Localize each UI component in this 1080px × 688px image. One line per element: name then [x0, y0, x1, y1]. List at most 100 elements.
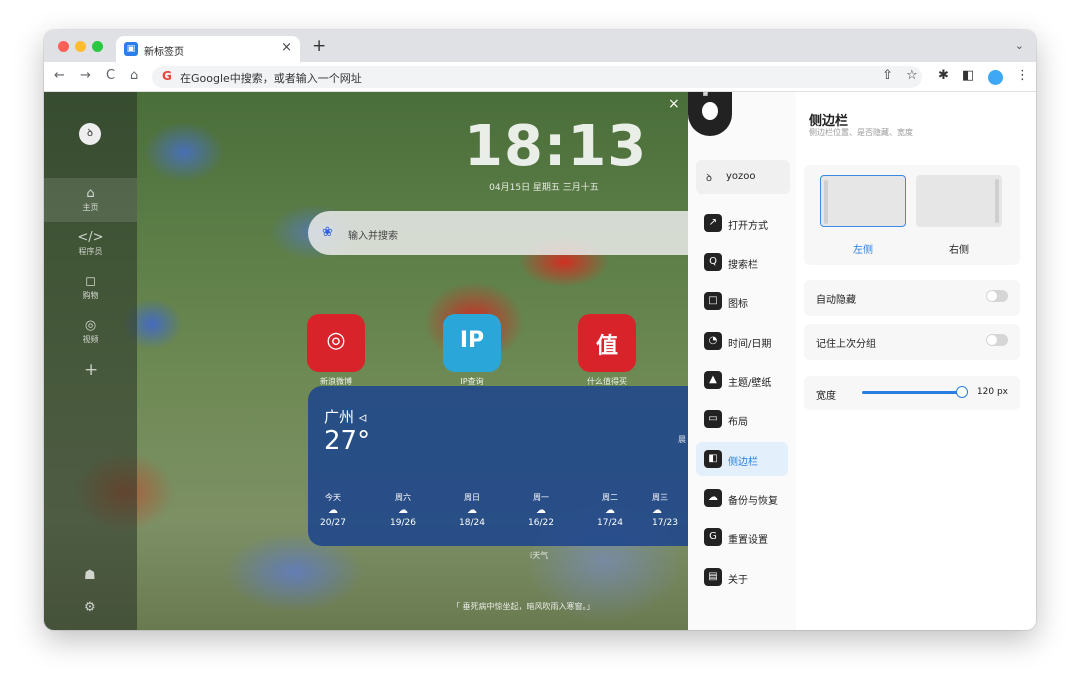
forecast-day: 周六 ☁ 19/26 [378, 492, 428, 528]
cloud-icon: ☁ [536, 505, 546, 516]
weather-source: i天气 [530, 551, 549, 560]
search-icon: Q [704, 253, 722, 271]
menu-label: 主题/壁纸 [728, 378, 772, 389]
menu-item-time-date[interactable]: ◔ 时间/日期 [696, 324, 788, 358]
weather-widget[interactable]: 广州 ◃ 27° 晨 今天 ☁ 20/27 周六 ☁ 19/26 周日 ☁ 18… [308, 386, 688, 546]
poem-quote: 「 垂死病中惊坐起，暗风吹雨入寒窗。」 [452, 602, 595, 611]
app-weibo[interactable]: ◎ [307, 314, 365, 372]
sidebar-item-home[interactable]: ⌂ 主页 [44, 178, 137, 222]
sidebar-item-programmer[interactable]: </> 程序员 [44, 222, 137, 266]
width-slider-handle[interactable] [956, 386, 968, 398]
menu-item-sidebar[interactable]: ◧ 侧边栏 [696, 442, 788, 476]
menu-item-backup-restore[interactable]: ☁ 备份与恢复 [696, 481, 788, 515]
tab-new-tab[interactable]: ▣ 新标签页 × [116, 36, 300, 62]
forecast-day: 周日 ☁ 18/24 [447, 492, 497, 528]
close-icon[interactable]: × [668, 96, 680, 112]
back-icon[interactable]: ← [54, 68, 65, 83]
forecast-range: 17/23 [652, 518, 678, 528]
search-bar[interactable]: ❀ 输入并搜索 [308, 211, 688, 255]
crown-icon: ♛ [701, 92, 710, 99]
auto-hide-toggle[interactable] [986, 290, 1008, 302]
position-right-option[interactable] [916, 175, 1002, 227]
forecast-day-name: 周日 [464, 493, 480, 502]
user-card[interactable]: ꝺ yozoo [696, 160, 790, 194]
sidebar-item-shopping[interactable]: ◻ 购物 [44, 266, 137, 310]
side-panel-icon[interactable]: ◧ [962, 68, 974, 83]
menu-item-layout[interactable]: ▭ 布局 [696, 402, 788, 436]
theme-icon[interactable]: ☗ [84, 568, 96, 583]
cloud-icon: ☁ [704, 489, 722, 507]
share-icon[interactable]: ⇧ [882, 68, 893, 83]
forecast-day: 周二 ☁ 17/24 [585, 492, 635, 528]
bookmark-star-icon[interactable]: ☆ [906, 68, 918, 83]
code-icon: </> [77, 230, 104, 245]
position-left-option[interactable] [820, 175, 906, 227]
remember-group-label: 记住上次分组 [816, 339, 876, 350]
extensions-icon[interactable]: ✱ [938, 68, 949, 83]
menu-item-about[interactable]: ▤ 关于 [696, 560, 788, 594]
penguin-icon [702, 102, 718, 120]
left-strip [824, 180, 828, 224]
auto-hide-label: 自动隐藏 [816, 295, 856, 306]
menu-label: 重置设置 [728, 535, 768, 546]
forecast-day-name: 今天 [325, 493, 341, 502]
cloud-icon: ☁ [328, 505, 338, 516]
width-slider-track[interactable] [862, 391, 962, 394]
sidebar-logo[interactable]: ꝺ [79, 123, 101, 145]
weibo-icon: ◎ [326, 328, 346, 353]
tab-close-icon[interactable]: × [281, 40, 292, 55]
home-icon[interactable]: ⌂ [130, 68, 138, 83]
app-smzdm[interactable]: 值 [578, 314, 636, 372]
position-right-label: 右侧 [949, 245, 969, 256]
sidebar-icon: ◧ [704, 450, 722, 468]
width-label: 宽度 [816, 391, 836, 402]
close-window-button[interactable] [58, 41, 69, 52]
clock-icon: ◔ [704, 332, 722, 350]
menu-item-reset[interactable]: G 重置设置 [696, 520, 788, 554]
settings-gear-icon[interactable]: ⚙ [84, 600, 96, 615]
cloud-icon: ☁ [398, 505, 408, 516]
baidu-icon[interactable]: ❀ [322, 225, 333, 240]
user-logo-icon: ꝺ [706, 173, 712, 184]
avatar[interactable]: ♛ [688, 92, 732, 136]
menu-item-theme-wallpaper[interactable]: ▲ 主题/壁纸 [696, 363, 788, 397]
cloud-icon: ☁ [605, 505, 615, 516]
forecast-range: 20/27 [320, 518, 346, 528]
weather-temperature: 27° [324, 426, 371, 456]
add-group-button[interactable]: + [84, 360, 98, 380]
new-tab-page: ꝺ ⌂ 主页 </> 程序员 ◻ 购物 ◎ 视频 + ☗ ⚙ 18:13 × 0… [44, 92, 1036, 630]
bag-icon: ◻ [85, 274, 96, 289]
forecast-range: 19/26 [390, 518, 416, 528]
sidebar-position-card: 左侧 右侧 [804, 165, 1020, 265]
minimize-window-button[interactable] [75, 41, 86, 52]
remember-group-toggle[interactable] [986, 334, 1008, 346]
browser-menu-icon[interactable]: ⋮ [1016, 68, 1029, 83]
profile-avatar[interactable] [988, 70, 1003, 85]
address-input[interactable]: 在Google中搜索，或者输入一个网址 [180, 70, 362, 86]
maximize-window-button[interactable] [92, 41, 103, 52]
browser-window: ▣ 新标签页 × + ⌄ ← → C ⌂ G 在Google中搜索，或者输入一个… [44, 30, 1036, 630]
forward-icon[interactable]: → [80, 68, 91, 83]
new-tab-button[interactable]: + [312, 36, 326, 56]
address-bar[interactable]: G 在Google中搜索，或者输入一个网址 [152, 66, 922, 88]
sidebar-item-label: 视频 [82, 335, 99, 344]
sidebar-item-video[interactable]: ◎ 视频 [44, 310, 137, 354]
auto-hide-row: 自动隐藏 [804, 280, 1020, 316]
search-input[interactable]: 输入并搜索 [348, 227, 398, 242]
layout-icon: ▭ [704, 410, 722, 428]
forecast-day: 周一 ☁ 16/22 [516, 492, 566, 528]
reload-icon[interactable]: C [106, 68, 115, 83]
menu-item-open-mode[interactable]: ↗ 打开方式 [696, 206, 788, 240]
video-icon: ◎ [84, 318, 97, 333]
app-ip-lookup[interactable]: IP [443, 314, 501, 372]
sidebar-item-label: 程序员 [78, 247, 103, 256]
menu-item-icons[interactable]: □ 图标 [696, 284, 788, 318]
browser-toolbar: ← → C ⌂ G 在Google中搜索，或者输入一个网址 ⇧ ☆ ✱ ◧ ⋮ [44, 62, 1036, 92]
cloud-icon: ☁ [652, 505, 662, 516]
menu-item-search-bar[interactable]: Q 搜索栏 [696, 245, 788, 279]
ip-icon: IP [459, 328, 485, 353]
smzdm-icon: 值 [595, 334, 618, 359]
tab-search-icon[interactable]: ⌄ [1015, 39, 1024, 52]
menu-label: 备份与恢复 [728, 496, 778, 507]
menu-label: 搜索栏 [728, 260, 758, 271]
